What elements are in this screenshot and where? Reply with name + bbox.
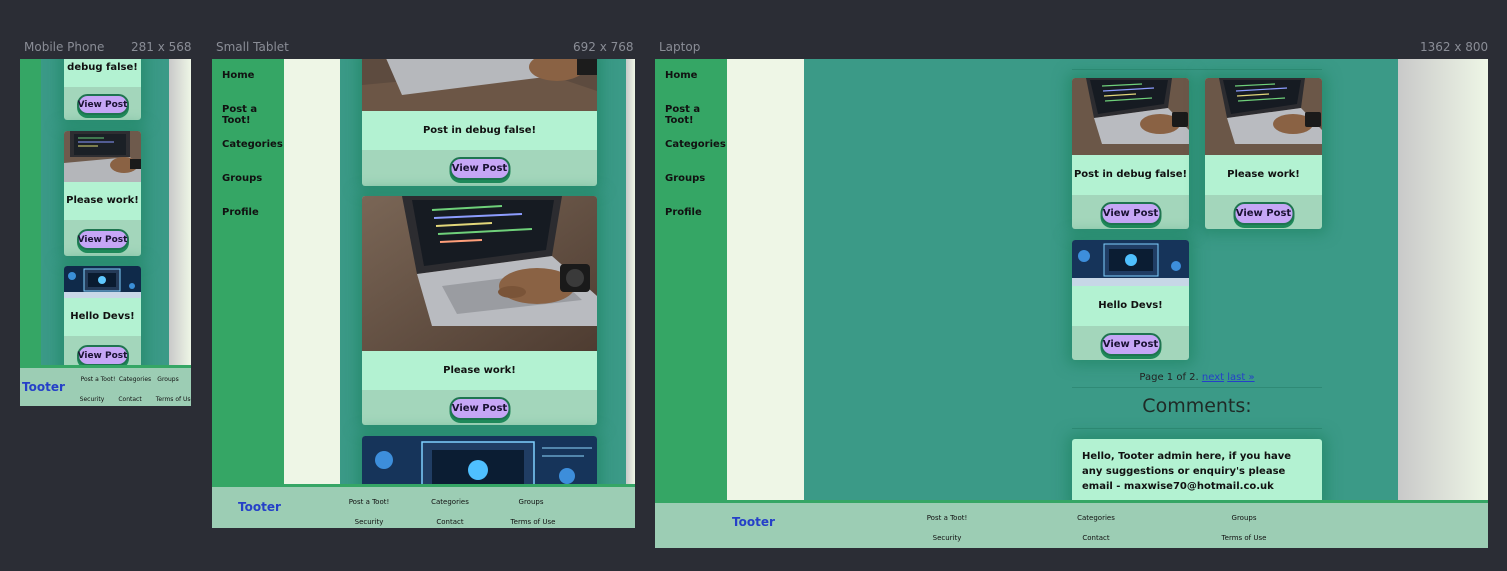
nav-categories[interactable]: Categories — [665, 139, 726, 150]
sidebar-nav: Home Post a Toot! Categories Groups Prof… — [655, 59, 727, 502]
mobile-device-size: 281 x 568 — [131, 40, 192, 54]
laptop-device-name: Laptop — [659, 40, 701, 54]
footer-link-terms[interactable]: Terms of Use — [1222, 534, 1267, 542]
view-post-button[interactable]: View Post — [1233, 202, 1294, 225]
laptop-photo-icon — [362, 196, 597, 351]
laptop-right-edge — [1398, 59, 1488, 502]
post-card-title: Hello Devs! — [64, 298, 141, 336]
tablet-left-gutter — [284, 59, 340, 487]
footer-link-contact[interactable]: Contact — [436, 518, 463, 526]
divider — [1072, 387, 1322, 388]
post-card-title: Hello Devs! — [1072, 286, 1189, 326]
pagination: Page 1 of 2. next last » — [1072, 372, 1322, 383]
site-footer: Tooter Post a Toot! Categories Groups Se… — [20, 365, 191, 406]
post-card-title: Post in debug false! — [362, 111, 597, 150]
footer-link-categories[interactable]: Categories — [119, 376, 151, 383]
footer-link-contact[interactable]: Contact — [1082, 534, 1109, 542]
comment-card: Hello, Tooter admin here, if you have an… — [1072, 439, 1322, 509]
post-card-image — [362, 59, 597, 111]
footer-link-groups[interactable]: Groups — [1232, 514, 1257, 522]
post-card: Please work! View Post — [362, 196, 597, 425]
view-post-button[interactable]: View Post — [1100, 202, 1161, 225]
view-post-button[interactable]: View Post — [76, 229, 129, 250]
tablet-device-size: 692 x 768 — [573, 40, 634, 54]
footer-link-groups[interactable]: Groups — [157, 376, 178, 383]
mobile-right-edge — [169, 59, 191, 365]
view-post-button[interactable]: View Post — [76, 345, 129, 366]
laptop-photo-icon — [1072, 78, 1189, 155]
footer-link-terms[interactable]: Terms of Use — [156, 396, 191, 403]
site-footer: Tooter Post a Toot! Categories Groups Se… — [212, 484, 635, 528]
laptop-preview: Home Post a Toot! Categories Groups Prof… — [655, 59, 1488, 548]
nav-post-toot[interactable]: Post a Toot! — [222, 104, 284, 126]
comments-heading: Comments: — [1142, 395, 1252, 417]
laptop-photo-icon — [64, 131, 141, 182]
mobile-preview: debug false! View Post Please work! View… — [20, 59, 191, 406]
post-card: Post in debug false! View Post — [362, 59, 597, 186]
post-card-image — [1205, 78, 1322, 155]
footer-link-post[interactable]: Post a Toot! — [927, 514, 968, 522]
nav-categories[interactable]: Categories — [222, 139, 283, 150]
nav-profile[interactable]: Profile — [222, 207, 259, 218]
footer-link-security[interactable]: Security — [355, 518, 384, 526]
footer-link-groups[interactable]: Groups — [519, 498, 544, 506]
post-card-title: Please work! — [64, 182, 141, 220]
footer-link-contact[interactable]: Contact — [118, 396, 141, 403]
divider — [1072, 428, 1322, 429]
mobile-left-strip — [20, 59, 41, 365]
nav-home[interactable]: Home — [665, 70, 697, 81]
laptop-photo-icon — [362, 59, 597, 111]
laptop-left-gutter — [727, 59, 804, 502]
post-card-image — [1072, 78, 1189, 155]
nav-profile[interactable]: Profile — [665, 207, 702, 218]
footer-link-post[interactable]: Post a Toot! — [349, 498, 390, 506]
nav-groups[interactable]: Groups — [665, 173, 705, 184]
pagination-next-link[interactable]: next — [1202, 372, 1224, 383]
nav-home[interactable]: Home — [222, 70, 254, 81]
comment-text: Hello, Tooter admin here, if you have an… — [1082, 451, 1292, 492]
post-card: Please work! View Post — [64, 131, 141, 256]
post-card-title: Please work! — [362, 351, 597, 390]
sidebar-nav: Home Post a Toot! Categories Groups Prof… — [212, 59, 284, 487]
nav-groups[interactable]: Groups — [222, 173, 262, 184]
view-post-button[interactable]: View Post — [76, 94, 129, 115]
footer-link-terms[interactable]: Terms of Use — [511, 518, 556, 526]
pagination-text: Page 1 of 2. — [1139, 372, 1199, 383]
post-card: Post in debug false! View Post — [1072, 78, 1189, 229]
post-card-image — [64, 131, 141, 182]
post-card: Hello Devs! View Post — [1072, 240, 1189, 360]
post-card-image — [362, 196, 597, 351]
view-post-button[interactable]: View Post — [1100, 333, 1161, 356]
tablet-right-edge — [626, 59, 635, 487]
footer-link-categories[interactable]: Categories — [431, 498, 469, 506]
tablet-device-name: Small Tablet — [216, 40, 289, 54]
view-post-button[interactable]: View Post — [449, 157, 510, 180]
footer-brand-link[interactable]: Tooter — [238, 500, 281, 514]
footer-link-categories[interactable]: Categories — [1077, 514, 1115, 522]
nav-post-toot[interactable]: Post a Toot! — [665, 104, 727, 126]
divider — [1072, 69, 1322, 70]
post-card-title: Post in debug false! — [1072, 155, 1189, 195]
footer-link-security[interactable]: Security — [933, 534, 962, 542]
tablet-preview: Home Post a Toot! Categories Groups Prof… — [212, 59, 635, 528]
post-card-image — [1072, 240, 1189, 286]
footer-link-security[interactable]: Security — [80, 396, 105, 403]
post-card-title: debug false! — [64, 59, 141, 87]
dev-banner-icon — [1072, 240, 1189, 286]
footer-brand-link[interactable]: Tooter — [732, 515, 775, 529]
post-card: debug false! View Post — [64, 59, 141, 120]
view-post-button[interactable]: View Post — [449, 397, 510, 420]
laptop-photo-icon — [1205, 78, 1322, 155]
footer-link-post[interactable]: Post a Toot! — [81, 376, 116, 383]
mobile-device-name: Mobile Phone — [24, 40, 105, 54]
post-card-title: Please work! — [1205, 155, 1322, 195]
pagination-last-link[interactable]: last » — [1227, 372, 1254, 383]
laptop-device-size: 1362 x 800 — [1420, 40, 1489, 54]
post-card: Please work! View Post — [1205, 78, 1322, 229]
dev-banner-icon — [64, 266, 141, 298]
post-card-image — [64, 266, 141, 298]
footer-brand-link[interactable]: Tooter — [22, 380, 65, 394]
site-footer: Tooter Post a Toot! Categories Groups Se… — [655, 500, 1488, 548]
